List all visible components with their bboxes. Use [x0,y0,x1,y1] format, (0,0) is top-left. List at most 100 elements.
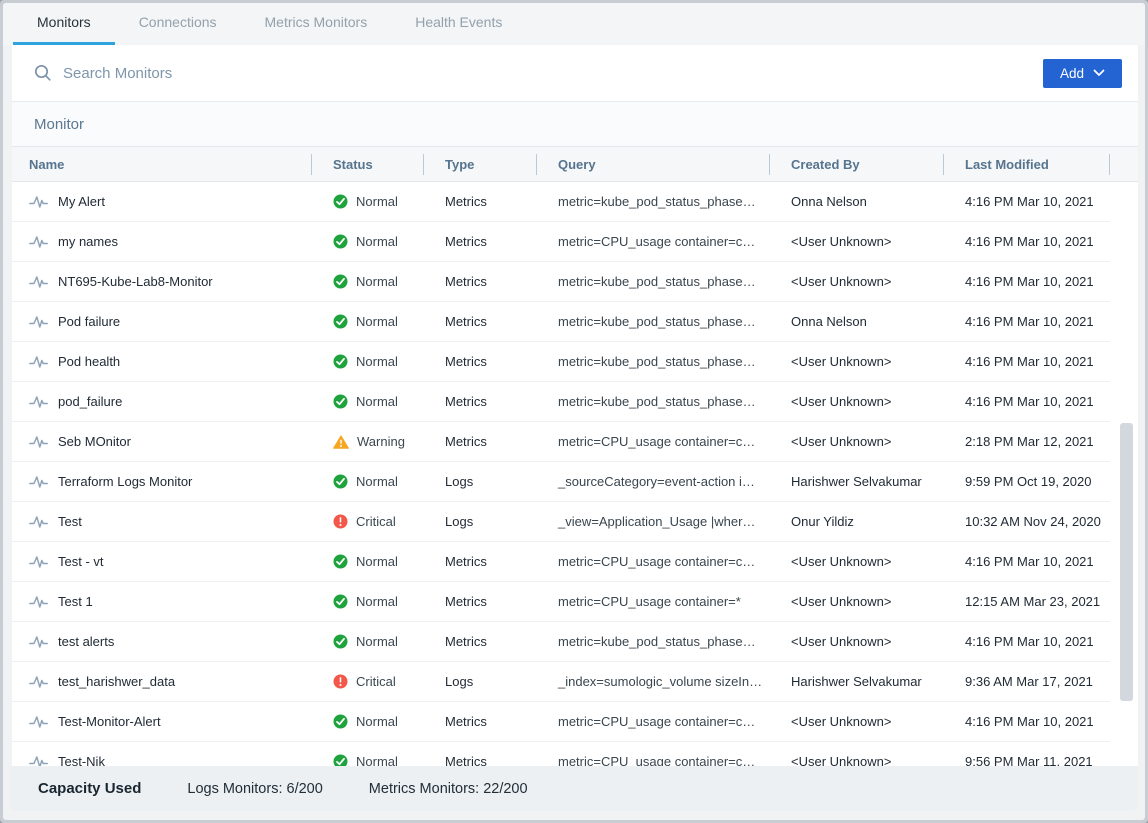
created-by: <User Unknown> [769,262,943,301]
pulse-icon [29,554,48,569]
monitor-query: metric=CPU_usage container=c… [536,422,769,461]
table-row[interactable]: Test - vtNormalMetricsmetric=CPU_usage c… [12,542,1110,582]
capacity-label: Capacity Used [38,780,141,797]
last-modified: 9:36 AM Mar 17, 2021 [943,662,1110,701]
table-row[interactable]: Test Critical Logs_view=Application_Usage … [12,502,1110,542]
created-by: <User Unknown> [769,742,943,769]
monitor-name: NT695-Kube-Lab8-Monitor [58,274,213,289]
column-header-status[interactable]: Status [311,147,423,181]
status-normal-icon [333,474,348,489]
monitor-query: metric=kube_pod_status_phase… [536,382,769,421]
status-normal-icon [333,634,348,649]
table-row[interactable]: NT695-Kube-Lab8-MonitorNormalMetricsmetr… [12,262,1110,302]
monitor-query: metric=CPU_usage container=c… [536,542,769,581]
monitor-query: metric=kube_pod_status_phase… [536,622,769,661]
section-header: Monitor [12,102,1138,146]
status-normal-icon [333,194,348,209]
monitor-type: Metrics [423,382,536,421]
monitor-name: Test [58,514,82,529]
pulse-icon [29,274,48,289]
monitor-name: pod_failure [58,394,122,409]
created-by: Onna Nelson [769,302,943,341]
last-modified: 4:16 PM Mar 10, 2021 [943,262,1110,301]
monitor-type: Metrics [423,342,536,381]
app-frame: MonitorsConnectionsMetrics MonitorsHealt… [3,3,1145,820]
created-by: <User Unknown> [769,582,943,621]
tab-connections[interactable]: Connections [115,3,241,45]
metrics-monitors-count: Metrics Monitors: 22/200 [369,781,528,797]
monitor-name: Test - vt [58,554,104,569]
status-warning-icon [333,435,349,449]
monitor-type: Metrics [423,422,536,461]
status-label: Normal [356,714,398,729]
monitor-type: Metrics [423,182,536,221]
last-modified: 4:16 PM Mar 10, 2021 [943,302,1110,341]
tab-health-events[interactable]: Health Events [391,3,526,45]
chevron-down-icon [1093,69,1105,77]
monitor-query: metric=CPU_usage container=c… [536,742,769,769]
status-label: Critical [356,514,396,529]
column-header-name[interactable]: Name [12,147,311,181]
last-modified: 4:16 PM Mar 10, 2021 [943,342,1110,381]
table-row[interactable]: test alertsNormalMetricsmetric=kube_pod_… [12,622,1110,662]
status-label: Warning [357,434,405,449]
monitor-query: metric=kube_pod_status_phase… [536,342,769,381]
table-row[interactable]: Pod healthNormalMetricsmetric=kube_pod_s… [12,342,1110,382]
status-normal-icon [333,274,348,289]
status-label: Normal [356,634,398,649]
table-row[interactable]: test_harishwer_dataCriticalLogs_index=su… [12,662,1110,702]
monitors-panel: Add Monitor NameStatusTypeQueryCreated B… [12,45,1138,769]
status-normal-icon [333,554,348,569]
monitor-query: _index=sumologic_volume sizeIn… [536,662,769,701]
pulse-icon [29,674,48,689]
column-header-created-by[interactable]: Created By [769,147,943,181]
table-row[interactable]: Test 1NormalMetricsmetric=CPU_usage cont… [12,582,1110,622]
column-header-type[interactable]: Type [423,147,536,181]
monitor-query: metric=kube_pod_status_phase… [536,182,769,221]
status-label: Normal [356,314,398,329]
monitor-name: Pod failure [58,314,120,329]
table-row[interactable]: Test-Monitor-AlertNormalMetricsmetric=CP… [12,702,1110,742]
table-row[interactable]: pod_failureNormalMetricsmetric=kube_pod_… [12,382,1110,422]
monitor-name: My Alert [58,194,105,209]
table-row[interactable]: My AlertNormalMetricsmetric=kube_pod_sta… [12,182,1110,222]
last-modified: 4:16 PM Mar 10, 2021 [943,702,1110,741]
status-label: Normal [356,474,398,489]
table-row[interactable]: Seb MOnitorWarningMetricsmetric=CPU_usag… [12,422,1110,462]
tab-metrics-monitors[interactable]: Metrics Monitors [241,3,392,45]
column-header-query[interactable]: Query [536,147,769,181]
monitor-query: metric=kube_pod_status_phase… [536,302,769,341]
created-by: Harishwer Selvakumar [769,462,943,501]
pulse-icon [29,474,48,489]
monitors-screen: MonitorsConnectionsMetrics MonitorsHealt… [0,0,1148,823]
add-button-label: Add [1060,66,1084,81]
monitor-type: Logs [423,502,536,541]
pulse-icon [29,634,48,649]
status-label: Normal [356,234,398,249]
search-row: Add [12,45,1138,102]
capacity-footer: Capacity Used Logs Monitors: 6/200 Metri… [10,766,1138,811]
monitor-query: _sourceCategory=event-action i… [536,462,769,501]
table-row[interactable]: Test-NikNormalMetricsmetric=CPU_usage co… [12,742,1110,769]
created-by: <User Unknown> [769,542,943,581]
table-header: NameStatusTypeQueryCreated ByLast Modifi… [12,146,1138,182]
monitor-query: _view=Application_Usage |wher… [536,502,769,541]
created-by: Onna Nelson [769,182,943,221]
pulse-icon [29,194,48,209]
pulse-icon [29,394,48,409]
table-row[interactable]: my namesNormalMetricsmetric=CPU_usage co… [12,222,1110,262]
column-header-last-modified[interactable]: Last Modified [943,147,1110,181]
section-title: Monitor [34,116,84,133]
status-critical-icon [333,514,348,529]
status-critical-icon [333,674,348,689]
table-row[interactable]: Terraform Logs MonitorNormalLogs_sourceC… [12,462,1110,502]
scrollbar-thumb[interactable] [1120,423,1133,701]
monitor-name: Test-Monitor-Alert [58,714,161,729]
status-label: Normal [356,594,398,609]
tab-monitors[interactable]: Monitors [13,3,115,45]
search-input[interactable] [63,65,1043,82]
add-button[interactable]: Add [1043,59,1122,88]
table-row[interactable]: Pod failureNormalMetricsmetric=kube_pod_… [12,302,1110,342]
tab-bar: MonitorsConnectionsMetrics MonitorsHealt… [3,3,1145,45]
pulse-icon [29,714,48,729]
